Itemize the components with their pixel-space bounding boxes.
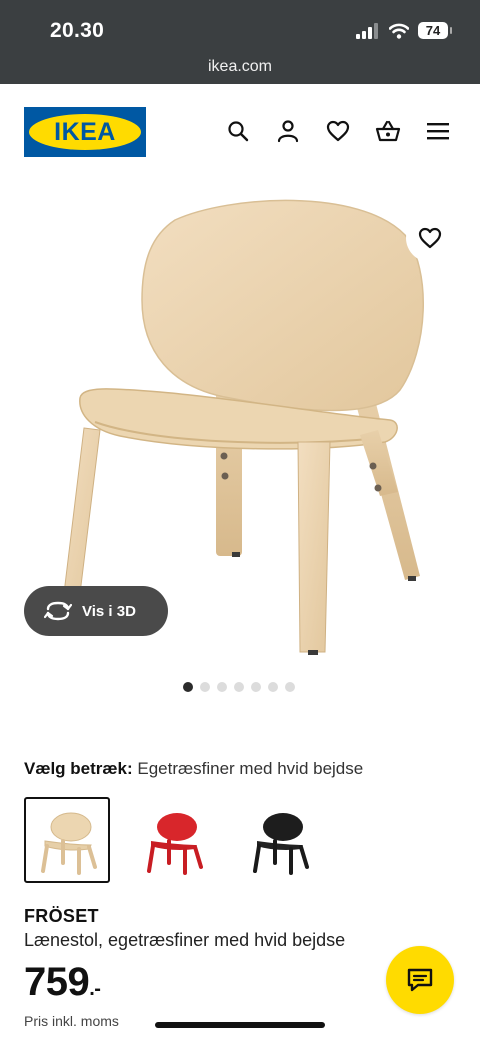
search-button[interactable] [224,117,252,145]
logo-oval: IKEA [29,114,141,150]
battery-icon: 74 [418,22,452,39]
carousel-indicator [0,682,480,692]
view-in-3d-label: Vis i 3D [82,602,136,620]
account-button[interactable] [274,117,302,145]
product-name: FRÖSET [24,906,99,926]
clock: 20.30 [50,19,105,42]
product-description: Lænestol, egetræsfiner med hvid bejdse [24,930,346,950]
swatch-red[interactable] [130,797,216,883]
heart-icon [418,227,442,249]
variant-value: Egetræsfiner med hvid bejdse [137,759,364,778]
site-header: IKEA [0,84,480,180]
carousel-dot[interactable] [199,682,210,692]
favourites-button[interactable] [324,117,352,145]
swatch-black[interactable] [236,797,322,883]
status-bar: 20.30 74 ikea.com [0,0,480,84]
basket-icon [375,120,401,142]
variant-selector-label: Vælg betræk: Egetræsfiner med hvid bejds… [24,759,363,779]
user-icon [277,120,299,143]
chair-thumbnail [41,812,97,875]
home-indicator [155,1022,325,1028]
cart-button[interactable] [374,117,402,145]
carousel-dot[interactable] [216,682,227,692]
vat-note: Pris inkl. moms [24,1013,119,1029]
menu-button[interactable] [424,117,452,145]
swatch-white-stained-oak[interactable] [24,797,110,883]
chat-button[interactable] [386,946,454,1014]
system-indicators: 74 [356,22,452,39]
url-bar[interactable]: ikea.com [0,58,480,76]
carousel-dot[interactable] [250,682,261,692]
chair-thumbnail [147,813,203,875]
product-price: 759.- [24,960,101,1005]
rotate-3d-icon [44,601,72,621]
search-icon [228,121,249,142]
hamburger-icon [427,123,449,140]
wifi-icon [389,23,409,39]
chair-thumbnail [253,813,309,875]
chat-icon [407,968,433,992]
variant-label: Vælg betræk: [24,759,133,778]
logo-text: IKEA [54,117,116,146]
ikea-logo[interactable]: IKEA [24,107,146,157]
price-suffix: .- [89,978,101,1000]
carousel-dot[interactable] [284,682,295,692]
carousel-dot[interactable] [233,682,244,692]
view-in-3d-button[interactable]: Vis i 3D [24,586,168,636]
favourite-toggle[interactable] [406,214,454,262]
variant-swatches [24,797,322,883]
carousel-dot[interactable] [182,682,193,692]
product-gallery[interactable]: Vis i 3D [0,180,480,670]
heart-icon [326,120,350,142]
battery-level: 74 [425,23,441,38]
price-value: 759 [24,960,90,1004]
carousel-dot[interactable] [267,682,278,692]
header-actions [224,117,452,145]
signal-icon [356,22,378,39]
